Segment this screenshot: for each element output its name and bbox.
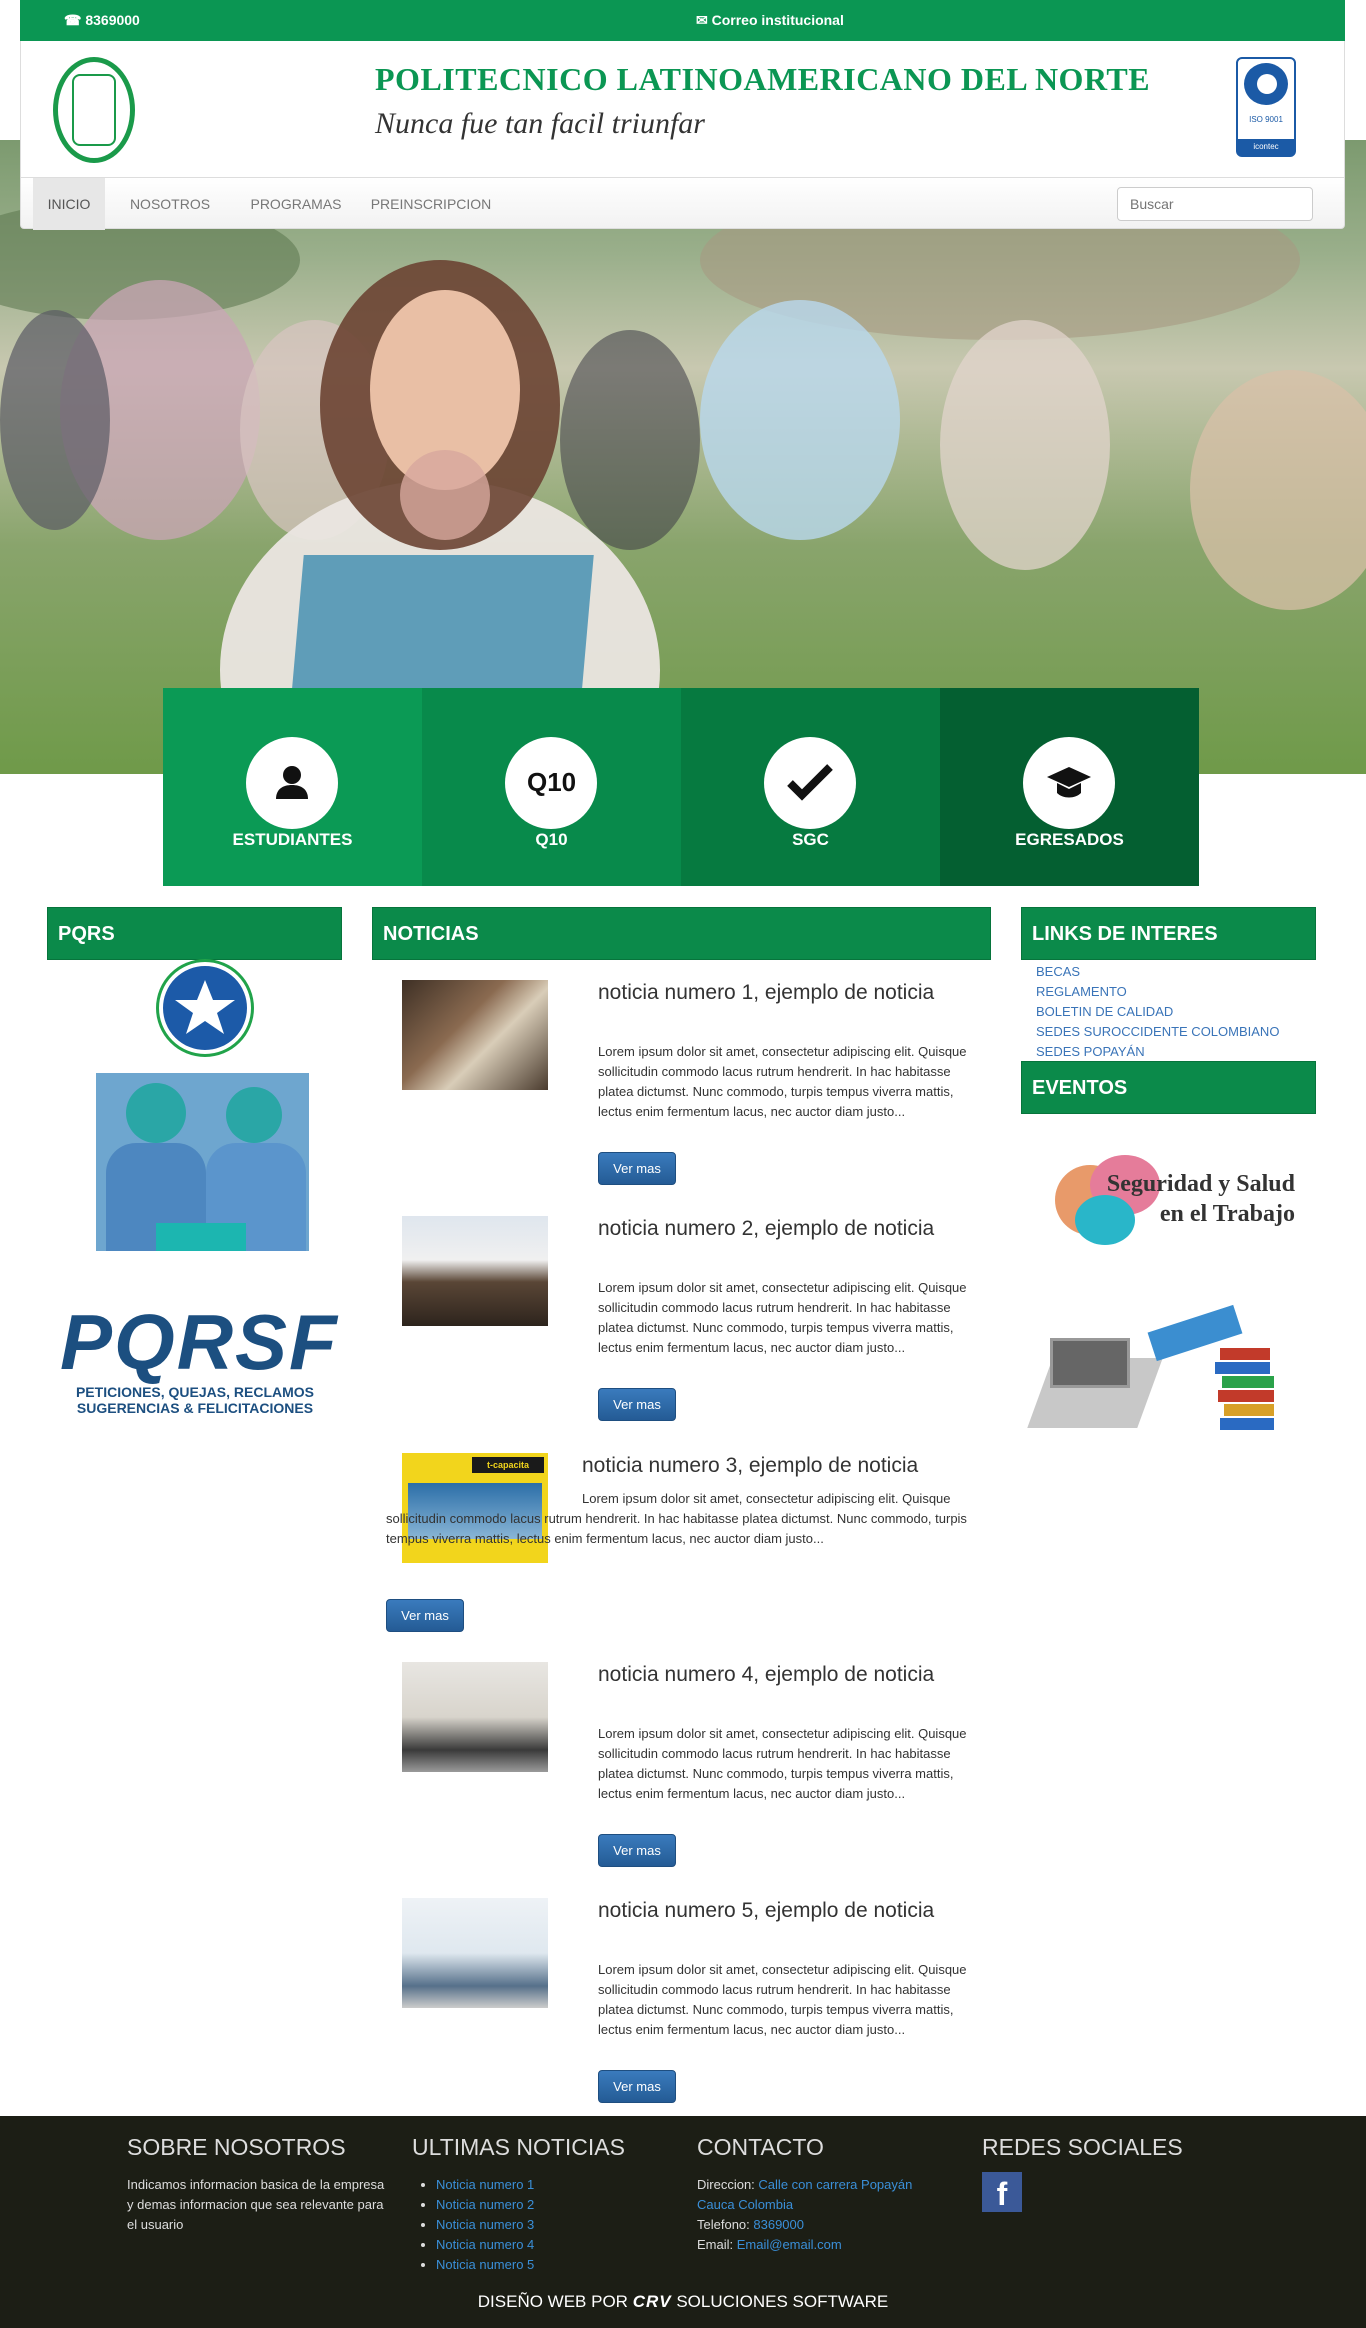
news-excerpt: Lorem ipsum dolor sit amet, consectetur …: [598, 1962, 967, 2037]
ver-mas-button[interactable]: Ver mas: [598, 1152, 676, 1185]
crv-logo-icon: CRV: [632, 2292, 672, 2311]
health-service-badge[interactable]: [159, 962, 251, 1054]
tile-q10[interactable]: Q10 Q10: [422, 688, 681, 886]
site-footer: SOBRE NOSOTROS Indicamos informacion bas…: [0, 2116, 1366, 2328]
hero-banner: [0, 140, 1366, 774]
phone-info: ☎ 8369000: [64, 12, 140, 29]
tile-label: Q10: [535, 830, 568, 849]
email-label: Correo institucional: [711, 12, 844, 28]
site-slogan: Nunca fue tan facil triunfar: [375, 107, 705, 140]
event-banner-safety[interactable]: Seguridad y Salud en el Trabajo: [1035, 1145, 1295, 1265]
iso-certification-badge: ISO 9001 icontec: [1236, 57, 1296, 157]
link-sedes-suroccidente[interactable]: SEDES SUROCCIDENTE COLOMBIANO: [1036, 1022, 1279, 1042]
ver-mas-button[interactable]: Ver mas: [386, 1599, 464, 1632]
tile-sgc[interactable]: SGC: [681, 688, 940, 886]
footer-news-link[interactable]: Noticia numero 4: [436, 2237, 534, 2252]
pqrs-heading: PQRS: [47, 907, 342, 960]
ver-mas-button[interactable]: Ver mas: [598, 1388, 676, 1421]
tile-label: EGRESADOS: [1015, 830, 1124, 849]
footer-address: Direccion: Calle con carrera Popayán Cau…: [697, 2177, 913, 2212]
footer-about: SOBRE NOSOTROS Indicamos informacion bas…: [127, 2134, 387, 2235]
link-becas[interactable]: BECAS: [1036, 962, 1279, 982]
nav-item-preinscripcion[interactable]: PREINSCRIPCION: [361, 178, 501, 230]
nav-item-inicio[interactable]: INICIO: [33, 178, 105, 230]
news-excerpt: Lorem ipsum dolor sit amet, consectetur …: [598, 1726, 967, 1801]
news-excerpt: Lorem ipsum dolor sit amet, consectetur …: [386, 1491, 967, 1546]
tile-label: ESTUDIANTES: [232, 830, 353, 849]
news-image: [402, 1898, 548, 2008]
links-list: BECAS REGLAMENTO BOLETIN DE CALIDAD SEDE…: [1036, 962, 1279, 1062]
pqrsf-banner[interactable]: PQRSF PETICIONES, QUEJAS, RECLAMOS SUGER…: [60, 1300, 337, 1420]
site-header: POLITECNICO LATINOAMERICANO DEL NORTE Nu…: [20, 41, 1345, 177]
eventos-heading: EVENTOS: [1021, 1061, 1316, 1114]
top-bar: ☎ 8369000 ✉ Correo institucional: [20, 0, 1345, 41]
institution-logo[interactable]: [53, 57, 135, 163]
footer-about-text: Indicamos informacion basica de la empre…: [127, 2177, 385, 2232]
tile-label: SGC: [792, 830, 829, 849]
facebook-icon[interactable]: f: [982, 2172, 1022, 2212]
tile-egresados[interactable]: EGRESADOS: [940, 688, 1199, 886]
footer-news-link[interactable]: Noticia numero 1: [436, 2177, 534, 2192]
site-title: POLITECNICO LATINOAMERICANO DEL NORTE: [375, 61, 1151, 97]
main-nav: INICIO NOSOTROS PROGRAMAS PREINSCRIPCION: [20, 177, 1345, 230]
news-image: [402, 1216, 548, 1326]
footer-social: REDES SOCIALES: [982, 2134, 1242, 2175]
news-image: [402, 980, 548, 1090]
news-title[interactable]: noticia numero 4, ejemplo de noticia: [598, 1662, 958, 1688]
noticias-heading: NOTICIAS: [372, 907, 991, 960]
link-sedes-popayan[interactable]: SEDES POPAYÁN: [1036, 1042, 1279, 1062]
quick-access-tiles: ESTUDIANTES Q10 Q10 SGC EGRESADOS: [163, 688, 1199, 886]
footer-phone: Telefono: 8369000: [697, 2217, 805, 2232]
news-title[interactable]: noticia numero 1, ejemplo de noticia: [598, 980, 958, 1006]
footer-contact-title: CONTACTO: [697, 2134, 824, 2160]
footer-news-link[interactable]: Noticia numero 5: [436, 2257, 534, 2272]
phone-icon: ☎: [64, 12, 82, 28]
news-title[interactable]: noticia numero 5, ejemplo de noticia: [598, 1898, 958, 1924]
news-image: [402, 1662, 548, 1772]
ver-mas-button[interactable]: Ver mas: [598, 1834, 676, 1867]
footer-news-link[interactable]: Noticia numero 2: [436, 2197, 534, 2212]
news-title[interactable]: noticia numero 2, ejemplo de noticia: [598, 1216, 958, 1242]
footer-news: ULTIMAS NOTICIAS Noticia numero 1 Notici…: [412, 2134, 672, 2275]
footer-social-title: REDES SOCIALES: [982, 2134, 1183, 2160]
links-heading: LINKS DE INTERES: [1021, 907, 1316, 960]
news-excerpt: Lorem ipsum dolor sit amet, consectetur …: [598, 1280, 967, 1355]
user-icon: [246, 737, 338, 829]
search-input[interactable]: [1117, 187, 1313, 221]
email-link[interactable]: ✉ Correo institucional: [696, 12, 844, 29]
footer-news-link[interactable]: Noticia numero 3: [436, 2217, 534, 2232]
footer-contact: CONTACTO Direccion: Calle con carrera Po…: [697, 2134, 947, 2255]
footer-credit: DISEÑO WEB POR CRV SOLUCIONES SOFTWARE: [477, 2292, 889, 2311]
phone-number: 8369000: [85, 12, 140, 28]
nav-item-nosotros[interactable]: NOSOTROS: [117, 178, 223, 230]
footer-news-title: ULTIMAS NOTICIAS: [412, 2134, 625, 2160]
news-title[interactable]: noticia numero 3, ejemplo de noticia: [582, 1453, 982, 1479]
email-address-link[interactable]: Email@email.com: [737, 2237, 842, 2252]
tile-estudiantes[interactable]: ESTUDIANTES: [163, 688, 422, 886]
link-boletin[interactable]: BOLETIN DE CALIDAD: [1036, 1002, 1279, 1022]
nav-item-programas[interactable]: PROGRAMAS: [243, 178, 349, 230]
svg-text:Q10: Q10: [527, 767, 575, 797]
phone-link[interactable]: 8369000: [753, 2217, 804, 2232]
ver-mas-button[interactable]: Ver mas: [598, 2070, 676, 2103]
link-reglamento[interactable]: REGLAMENTO: [1036, 982, 1279, 1002]
event-banner-books[interactable]: [1027, 1304, 1300, 1448]
check-icon: [764, 737, 856, 829]
footer-about-title: SOBRE NOSOTROS: [127, 2134, 346, 2160]
footer-email: Email: Email@email.com: [697, 2237, 842, 2252]
graduation-cap-icon: [1023, 737, 1115, 829]
mail-icon: ✉: [696, 12, 708, 28]
news-excerpt: Lorem ipsum dolor sit amet, consectetur …: [598, 1044, 967, 1119]
surgery-image: [96, 1073, 309, 1251]
q10-logo-icon: Q10: [505, 737, 597, 829]
